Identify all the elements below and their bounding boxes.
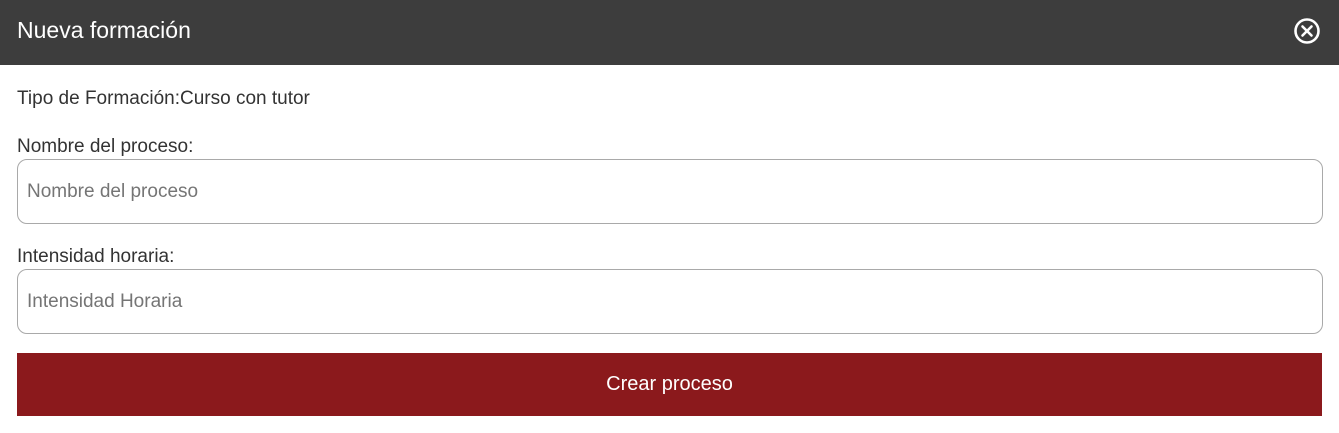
modal-title: Nueva formación (17, 17, 191, 43)
process-name-input[interactable] (17, 159, 1323, 224)
hourly-intensity-label: Intensidad horaria: (17, 246, 175, 267)
new-training-modal: Nueva formación Tipo de Formación:Curso … (0, 0, 1339, 433)
modal-header: Nueva formación (0, 0, 1339, 65)
modal-body: Tipo de Formación:Curso con tutor Nombre… (0, 65, 1339, 416)
circle-x-icon (1294, 17, 1320, 44)
close-button[interactable] (1293, 17, 1321, 45)
training-type-label: Tipo de Formación: (17, 88, 180, 109)
hourly-intensity-input[interactable] (17, 269, 1323, 334)
process-name-label: Nombre del proceso: (17, 136, 194, 157)
training-type-line: Tipo de Formación:Curso con tutor (17, 65, 1322, 116)
training-type-value: Curso con tutor (179, 88, 310, 109)
create-process-button[interactable]: Crear proceso (17, 353, 1322, 416)
